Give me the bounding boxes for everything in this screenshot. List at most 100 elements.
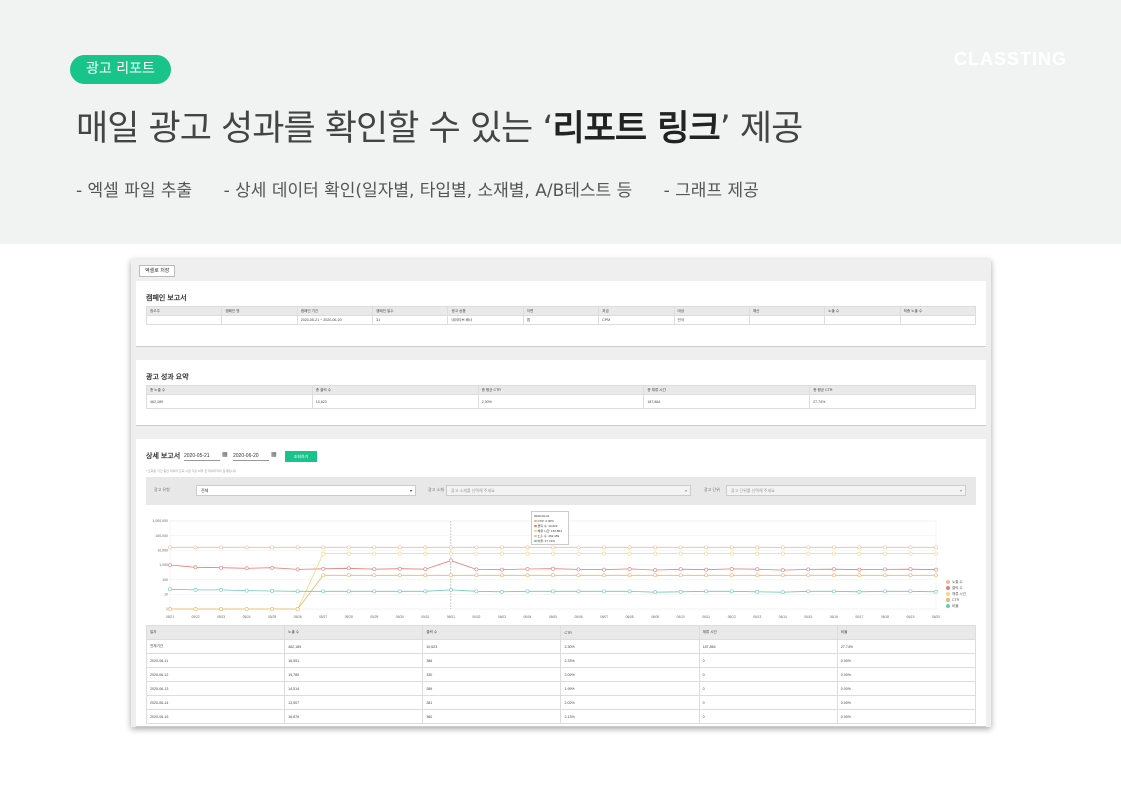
data-point — [372, 589, 377, 594]
data-point — [576, 573, 581, 578]
chart-tooltip: 2020-06-01 CTR: 2.30% 클릭 수: 10,623 체류 시간… — [531, 511, 569, 545]
x-tick-label: 06/11 — [702, 615, 710, 619]
table-cell: 14,514 — [284, 681, 424, 696]
data-point — [627, 589, 632, 594]
data-point — [755, 551, 760, 556]
table-row: 2020-06-11 16,591 386 2.33% 0 0.00% — [145, 653, 977, 668]
x-tick-label: 06/15 — [804, 615, 812, 619]
data-point — [602, 545, 606, 550]
data-point — [857, 567, 862, 572]
data-point — [295, 567, 300, 572]
x-tick-label: 05/26 — [294, 615, 302, 619]
data-point — [934, 567, 938, 572]
data-point — [295, 607, 300, 611]
data-point — [423, 589, 428, 594]
table-cell: 2.33% — [560, 653, 700, 668]
data-point — [678, 551, 683, 556]
x-tick-label: 05/24 — [243, 615, 251, 619]
legend-item[interactable]: 비율 — [946, 603, 966, 609]
x-tick-label: 05/31 — [421, 615, 429, 619]
data-point — [346, 551, 351, 556]
data-point — [806, 589, 811, 594]
data-point — [448, 588, 453, 592]
select-value: 전체 — [201, 488, 209, 493]
table-header: 지면 — [522, 306, 600, 316]
brand-logo: CLASSTING — [953, 49, 1067, 69]
data-point — [525, 567, 530, 571]
excel-export-button[interactable]: 엑셀로 저장 — [139, 265, 176, 277]
x-tick-label: 06/07 — [600, 615, 608, 619]
table-cell — [824, 315, 901, 325]
table-cell: 2020-06-15 — [145, 709, 286, 724]
ad-unit-select[interactable]: 광고 단위를 선택해 주세요 ▾ — [726, 485, 966, 496]
table-cell — [145, 315, 223, 325]
x-tick-label: 06/09 — [651, 615, 659, 619]
data-point — [908, 589, 913, 594]
data-point — [270, 545, 275, 550]
chart-legend: 노출 수 클릭 수 체류 시간 CTR 비율 — [946, 579, 966, 609]
feature-list: - 엑셀 파일 추출 - 상세 데이터 확인(일자별, 타입별, 소재별, A/… — [76, 176, 785, 201]
table-header: 대상 — [673, 306, 750, 316]
x-tick-label: 06/19 — [906, 615, 914, 619]
lookup-button[interactable]: 조회하기 — [285, 451, 317, 462]
data-point — [295, 589, 300, 594]
x-tick-label: 05/27 — [319, 615, 327, 619]
x-tick-label: 05/30 — [396, 615, 404, 619]
data-point — [908, 573, 913, 578]
table-header: 총 클릭 수 — [311, 385, 479, 395]
table-cell: 앱 — [522, 315, 600, 325]
legend-dot — [946, 592, 950, 597]
x-tick-label: 06/10 — [677, 615, 685, 619]
date-to-input[interactable]: 2020-06-20 — [233, 453, 269, 461]
data-point — [704, 567, 709, 572]
data-point — [270, 565, 275, 570]
data-point — [780, 568, 785, 572]
data-point — [551, 589, 555, 594]
data-point — [653, 573, 658, 578]
table-cell: 0 — [698, 681, 838, 696]
table-header: 노출 수 — [824, 306, 901, 316]
data-point — [934, 589, 938, 594]
data-point — [678, 567, 683, 572]
x-tick-label: 06/02 — [472, 615, 480, 619]
data-point — [576, 589, 581, 594]
data-point — [806, 551, 811, 556]
calendar-icon[interactable]: ▦ — [271, 451, 277, 458]
data-point — [295, 545, 300, 550]
headline-bold: 리포트 링크 — [552, 109, 720, 149]
data-point — [780, 590, 785, 595]
data-point — [653, 568, 658, 572]
legend-dot — [946, 604, 950, 609]
table-cell: 0.00% — [836, 681, 977, 696]
legend-dot — [534, 534, 537, 537]
table-cell: 16,876 — [284, 709, 424, 724]
data-point — [551, 545, 555, 550]
data-point — [576, 545, 581, 550]
data-point — [397, 573, 402, 578]
y-tick-label: 1,000,000 — [152, 519, 168, 523]
detail-note: * 조회된 기간 동안 데이터 조회 시점 기준 하루 전 데이터까지 집계됩니… — [146, 469, 237, 473]
data-point — [602, 573, 606, 578]
summary-table: 총 노출 수 총 클릭 수 총 평균 CTR 총 체류 시간 총 평균 CTR … — [146, 385, 976, 409]
ad-type-select[interactable]: 전체 ▾ — [196, 485, 416, 496]
chevron-down-icon: ▾ — [959, 488, 962, 493]
data-point — [576, 567, 581, 572]
data-point — [474, 551, 479, 556]
date-from-input[interactable]: 2020-05-21 — [184, 453, 220, 461]
data-point — [474, 589, 479, 594]
ad-creative-select[interactable]: 광고 소재를 선택해 주세요 ▾ — [446, 485, 691, 496]
calendar-icon[interactable]: ▦ — [222, 451, 228, 458]
legend-label: 체류 시간 — [952, 592, 966, 596]
data-point — [678, 573, 683, 578]
data-point — [525, 551, 530, 556]
data-point — [755, 567, 760, 572]
tooltip-text: 클릭 수: 10,623 — [537, 524, 558, 528]
table-cell: 289 — [422, 681, 562, 696]
data-point — [500, 589, 504, 594]
table-cell: 0.00% — [836, 653, 977, 668]
x-tick-label: 06/12 — [728, 615, 736, 619]
table-cell: 0.00% — [836, 667, 977, 682]
data-point — [934, 573, 938, 578]
data-point — [448, 573, 453, 578]
data-point — [321, 545, 326, 550]
